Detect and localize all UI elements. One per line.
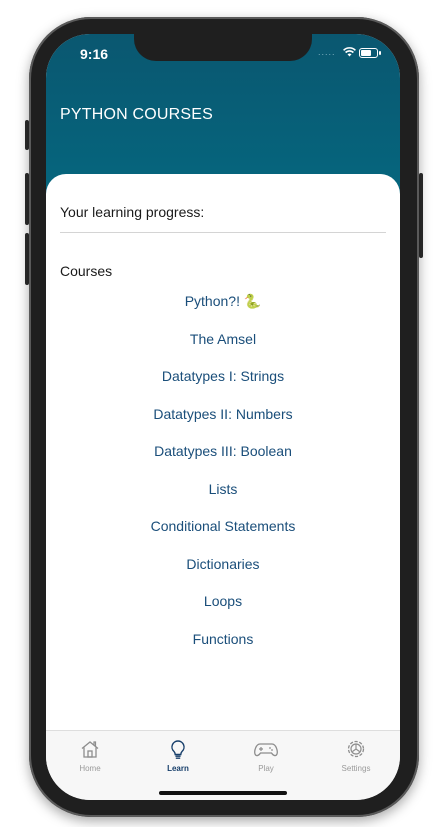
course-link-datatypes-strings[interactable]: Datatypes I: Strings (46, 365, 400, 387)
course-link-dictionaries[interactable]: Dictionaries (46, 553, 400, 575)
gamepad-icon (254, 743, 278, 757)
app-screen: 9:16 ..... PYTHON COURSES Your learning … (46, 34, 400, 800)
tab-play-label: Play (258, 764, 274, 773)
wifi-icon (343, 47, 356, 57)
course-link-datatypes-boolean[interactable]: Datatypes III: Boolean (46, 440, 400, 462)
course-link-python[interactable]: Python?! 🐍 (46, 290, 400, 312)
course-link-lists[interactable]: Lists (46, 478, 400, 500)
tab-play[interactable]: Play (222, 731, 310, 775)
lightbulb-icon (171, 740, 185, 759)
gear-icon (347, 740, 365, 758)
course-link-conditional-statements[interactable]: Conditional Statements (46, 515, 400, 537)
course-link-loops[interactable]: Loops (46, 590, 400, 612)
progress-divider (60, 232, 386, 233)
tab-home[interactable]: Home (46, 731, 134, 775)
progress-label: Your learning progress: (60, 204, 205, 220)
course-link-functions[interactable]: Functions (46, 628, 400, 650)
home-indicator (159, 791, 287, 795)
status-time: 9:16 (80, 46, 109, 62)
tab-bar: Home Learn Play Settings (46, 730, 400, 800)
tab-settings-label: Settings (341, 764, 371, 773)
tab-settings[interactable]: Settings (312, 731, 400, 775)
tab-learn[interactable]: Learn (134, 731, 222, 775)
signal-icon: ..... (318, 47, 336, 57)
content-card: Your learning progress: Courses Python?!… (46, 174, 400, 730)
battery-icon (359, 48, 381, 58)
notch (134, 34, 312, 61)
course-link-the-amsel[interactable]: The Amsel (46, 328, 400, 350)
courses-heading: Courses (60, 263, 113, 279)
page-title: PYTHON COURSES (60, 106, 214, 123)
power-button (419, 173, 423, 258)
tab-home-label: Home (79, 764, 101, 773)
tab-learn-label: Learn (167, 764, 189, 773)
home-icon (81, 741, 99, 758)
course-link-datatypes-numbers[interactable]: Datatypes II: Numbers (46, 403, 400, 425)
